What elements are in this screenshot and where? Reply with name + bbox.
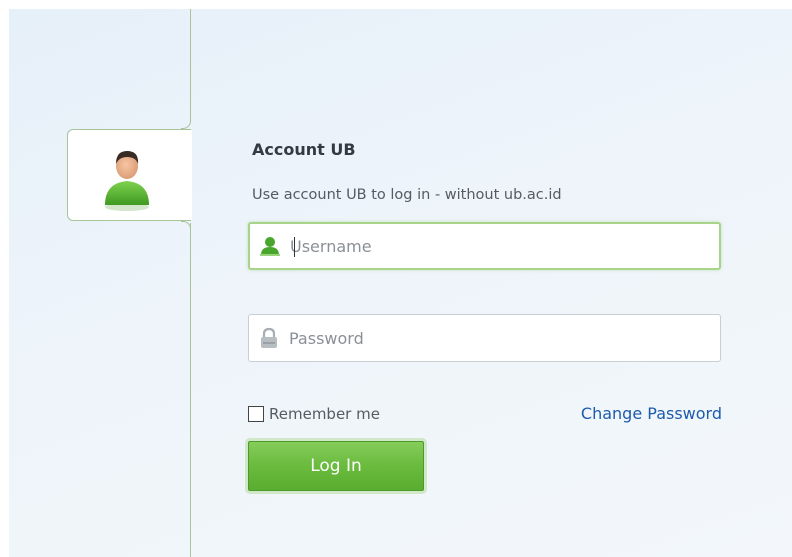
divider-line xyxy=(190,9,191,122)
username-input[interactable] xyxy=(290,224,710,268)
tab-join xyxy=(189,130,192,220)
divider-line xyxy=(190,223,191,557)
login-button[interactable]: Log In xyxy=(248,441,424,491)
login-panel: Account UB Use account UB to log in - wi… xyxy=(9,9,792,557)
remember-me-checkbox[interactable] xyxy=(248,406,264,422)
lock-icon xyxy=(261,327,277,348)
password-field[interactable] xyxy=(248,314,721,362)
user-icon xyxy=(260,237,280,256)
change-password-link[interactable]: Change Password xyxy=(581,404,722,423)
password-input[interactable] xyxy=(289,315,709,361)
remember-me[interactable]: Remember me xyxy=(248,405,380,423)
page-subtitle: Use account UB to log in - without ub.ac… xyxy=(252,187,562,203)
text-caret xyxy=(294,237,295,257)
tab-corner xyxy=(181,119,191,129)
username-field[interactable] xyxy=(248,222,721,270)
user-avatar-icon xyxy=(105,151,149,211)
remember-me-label: Remember me xyxy=(269,405,380,423)
page-title: Account UB xyxy=(252,140,356,159)
